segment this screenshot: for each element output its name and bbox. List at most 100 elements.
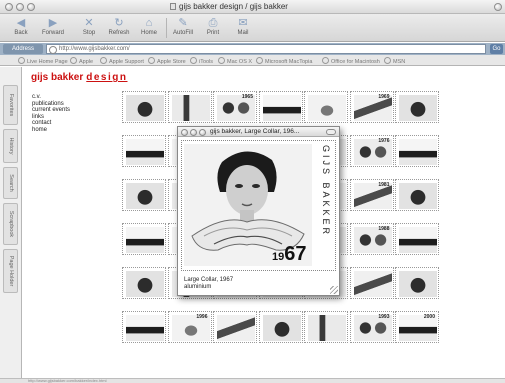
- caption-material: aluminium: [184, 284, 212, 290]
- caption-title: Large Collar, 1967: [184, 277, 234, 283]
- back-button[interactable]: ◀ Back: [6, 16, 36, 36]
- stamp-year-label: 1996: [196, 314, 208, 320]
- stamp-year-label: 1976: [378, 138, 390, 144]
- resize-grip-icon[interactable]: [330, 286, 338, 294]
- stamp-thumbnail[interactable]: 1993: [349, 311, 394, 343]
- tab-history[interactable]: History: [3, 129, 18, 163]
- stamp-thumbnail[interactable]: 1965: [213, 91, 257, 123]
- stamp-photo: [308, 315, 346, 341]
- stamp-thumbnail[interactable]: [122, 91, 166, 123]
- print-icon: ⎙: [208, 17, 218, 29]
- stamp-photo: [399, 271, 437, 297]
- stamp-year-label: 1988: [378, 226, 390, 232]
- stamp-thumbnail[interactable]: [304, 91, 348, 123]
- toolbar-toggle-button[interactable]: [494, 3, 502, 11]
- stamp-thumbnail[interactable]: [395, 135, 439, 167]
- mail-label: Mail: [237, 30, 249, 36]
- home-label: Home: [140, 30, 157, 36]
- stamp-photo: [399, 227, 437, 253]
- address-label: Address: [3, 44, 43, 54]
- favorite-link[interactable]: Apple: [70, 57, 93, 65]
- autofill-button[interactable]: ✎ AutoFill: [168, 16, 198, 36]
- stamp-thumbnail[interactable]: [167, 91, 212, 123]
- stamp-photo: [262, 315, 301, 341]
- stamp-thumbnail[interactable]: 2000: [395, 311, 439, 343]
- mail-button[interactable]: ✉ Mail: [228, 16, 258, 36]
- nav-link-home[interactable]: home: [32, 127, 70, 134]
- popup-zoom-button[interactable]: [199, 128, 206, 136]
- stamp-year-label: 1993: [378, 314, 390, 320]
- tab-label: Search: [7, 174, 14, 192]
- stamp-photo: [399, 139, 437, 165]
- stamp-photo: [126, 139, 164, 165]
- stamp-thumbnail[interactable]: 1996: [167, 311, 212, 343]
- mail-icon: ✉: [238, 17, 248, 29]
- stamp-thumbnail[interactable]: [122, 223, 166, 255]
- stamp-photo: [126, 95, 164, 121]
- stamp-thumbnail[interactable]: [304, 311, 348, 343]
- stamp-thumbnail[interactable]: [395, 223, 439, 255]
- go-button[interactable]: Go: [490, 44, 503, 54]
- favorites-bar: Live Home Page Apple Apple Support Apple…: [0, 55, 505, 66]
- favorite-link[interactable]: Microsoft MacTopia: [256, 57, 312, 65]
- tab-page-holder[interactable]: Page Holder: [3, 249, 18, 293]
- stamp-thumbnail[interactable]: [122, 135, 166, 167]
- stamp-photo: [399, 95, 437, 121]
- forward-label: Forward: [41, 30, 64, 36]
- nav-link-cv[interactable]: c.v.: [32, 94, 70, 101]
- tab-label: Favorites: [7, 93, 14, 117]
- tab-search[interactable]: Search: [3, 167, 18, 199]
- stamp-thumbnail[interactable]: [213, 311, 257, 343]
- stop-label: Stop: [82, 30, 96, 36]
- popup-toolbar-toggle[interactable]: [326, 129, 336, 135]
- favorite-link[interactable]: iTools: [190, 57, 213, 65]
- nav-link-links[interactable]: links: [32, 114, 70, 121]
- popup-minimize-button[interactable]: [190, 128, 197, 136]
- favorite-link[interactable]: MSN: [384, 57, 405, 65]
- favorite-link[interactable]: Mac OS X: [218, 57, 252, 65]
- stamp-thumbnail[interactable]: [349, 267, 394, 299]
- favorite-link[interactable]: Apple Store: [148, 57, 186, 65]
- refresh-label: Refresh: [108, 30, 130, 36]
- close-window-button[interactable]: [5, 3, 13, 11]
- stop-button[interactable]: ✕ Stop: [74, 16, 104, 36]
- stamp-thumbnail[interactable]: 1981: [349, 179, 394, 211]
- nav-link-current-events[interactable]: current events: [32, 107, 70, 114]
- nav-link-contact[interactable]: contact: [32, 120, 70, 127]
- site-logo[interactable]: gijs bakker design: [31, 72, 128, 83]
- popup-window-controls: [181, 128, 206, 136]
- home-button[interactable]: ⌂ Home: [134, 16, 164, 36]
- stamp-thumbnail[interactable]: [122, 179, 166, 211]
- stamp-thumbnail[interactable]: [395, 91, 439, 123]
- address-input[interactable]: http://www.gijsbakker.com/: [46, 44, 486, 54]
- year-suffix: 67: [284, 243, 307, 265]
- stop-icon: ✕: [84, 17, 94, 29]
- stamp-thumbnail[interactable]: [395, 179, 439, 211]
- stamp-thumbnail[interactable]: [122, 267, 166, 299]
- tab-favorites[interactable]: Favorites: [3, 85, 18, 125]
- stamp-thumbnail[interactable]: 1976: [349, 135, 394, 167]
- minimize-window-button[interactable]: [16, 3, 24, 11]
- stamp-thumbnail[interactable]: [395, 267, 439, 299]
- zoom-window-button[interactable]: [27, 3, 35, 11]
- stamp-thumbnail[interactable]: 1969: [349, 91, 394, 123]
- favorite-link[interactable]: Office for Macintosh: [322, 57, 380, 65]
- forward-button[interactable]: ▶ Forward: [38, 16, 68, 36]
- stamp-year: 1967: [272, 243, 307, 266]
- address-bar: Address http://www.gijsbakker.com/ Go: [0, 43, 505, 55]
- tab-label: History: [7, 137, 14, 155]
- stamp-thumbnail[interactable]: 1988: [349, 223, 394, 255]
- favorite-link[interactable]: Live Home Page: [18, 57, 68, 65]
- print-button[interactable]: ⎙ Print: [198, 16, 228, 36]
- refresh-button[interactable]: ↻ Refresh: [104, 16, 134, 36]
- tab-scrapbook[interactable]: Scrapbook: [3, 203, 18, 245]
- stamp-thumbnail[interactable]: [258, 91, 303, 123]
- tab-label: Scrapbook: [7, 210, 14, 238]
- document-icon: [170, 3, 176, 10]
- stamp-thumbnail[interactable]: [258, 311, 303, 343]
- stamp-thumbnail[interactable]: [122, 311, 166, 343]
- nav-link-publications[interactable]: publications: [32, 101, 70, 108]
- popup-title-bar: gijs bakker, Large Collar, 196...: [178, 127, 339, 137]
- popup-close-button[interactable]: [181, 128, 188, 136]
- favorite-link[interactable]: Apple Support: [100, 57, 144, 65]
